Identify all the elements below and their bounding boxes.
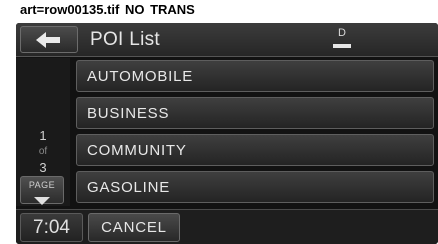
- gps-signal-bar: [333, 44, 351, 48]
- list-item-label: COMMUNITY: [87, 142, 187, 159]
- poi-category-gasoline[interactable]: GASOLINE: [76, 171, 434, 203]
- gps-signal-letter: D: [338, 27, 346, 39]
- triangle-down-icon: [34, 192, 50, 210]
- poi-category-business[interactable]: BUSINESS: [76, 97, 434, 129]
- cancel-button[interactable]: CANCEL: [88, 213, 180, 242]
- page-title: POI List: [90, 29, 160, 50]
- page-indicator: 1 of 3 PAGE: [16, 58, 70, 206]
- list-item-label: BUSINESS: [87, 105, 170, 122]
- footer-bar: 7:04 CANCEL: [16, 209, 438, 244]
- page-of-label: of: [38, 146, 48, 157]
- list-item-label: AUTOMOBILE: [87, 68, 194, 85]
- clock-display: 7:04: [20, 213, 83, 242]
- nav-screen: POI List D 1 of 3 PAGE AUTOMOBILE BUSINE…: [16, 23, 438, 244]
- poi-category-automobile[interactable]: AUTOMOBILE: [76, 60, 434, 92]
- total-pages: 3: [39, 160, 47, 175]
- poi-category-community[interactable]: COMMUNITY: [76, 134, 434, 166]
- image-caption: art=row00135.tif NO TRANS: [20, 2, 195, 17]
- gps-signal-icon: D: [330, 27, 354, 49]
- left-arrow-icon: [36, 31, 62, 48]
- list-item-label: GASOLINE: [87, 179, 171, 196]
- page-down-button[interactable]: PAGE: [20, 176, 64, 205]
- back-button[interactable]: [20, 26, 78, 53]
- current-page: 1: [39, 128, 47, 143]
- page-button-label: PAGE: [28, 180, 56, 190]
- header-bar: POI List D: [16, 23, 438, 57]
